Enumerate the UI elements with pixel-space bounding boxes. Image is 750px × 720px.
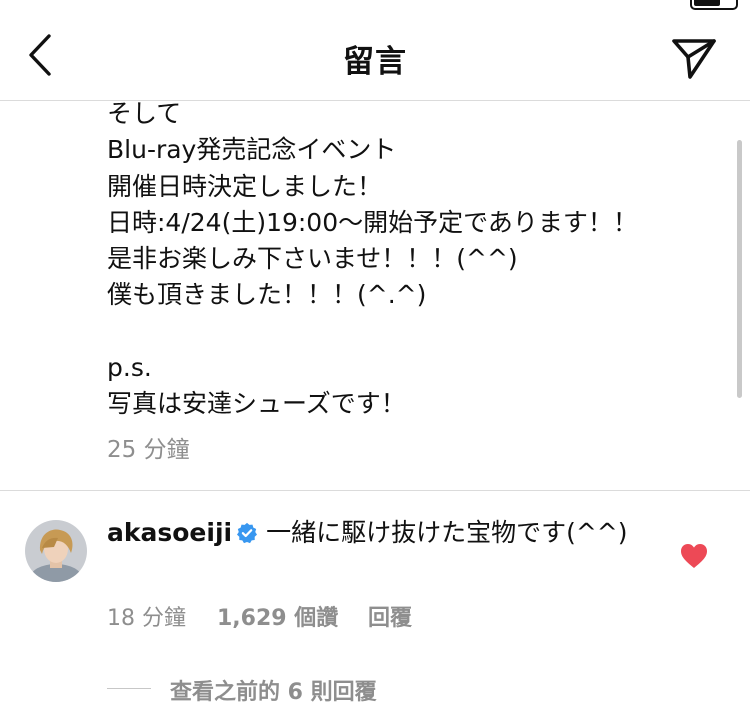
battery-icon bbox=[690, 0, 738, 10]
caption-line: 写真は安達シューズです！ bbox=[107, 389, 406, 419]
avatar[interactable] bbox=[25, 520, 87, 582]
caption-line: Blu-ray発売記念イベント bbox=[107, 135, 397, 165]
scrollbar[interactable] bbox=[737, 140, 742, 398]
heart-filled-icon bbox=[681, 544, 707, 568]
caption-line: そして bbox=[107, 99, 182, 128]
caption-line: 是非お楽しみ下さいませ！！！(^^) bbox=[107, 244, 518, 274]
verified-badge-icon bbox=[237, 522, 258, 544]
paper-plane-icon bbox=[672, 39, 716, 79]
reply-button[interactable]: 回覆 bbox=[368, 600, 412, 632]
post-caption: そして Blu-ray発売記念イベント 開催日時決定しました！ 日時:4/24(… bbox=[107, 96, 727, 423]
comment-timestamp: 18 分鐘 bbox=[107, 606, 186, 631]
like-comment-button[interactable] bbox=[680, 543, 708, 569]
comment-likes-count[interactable]: 1,629 個讚 bbox=[217, 600, 338, 632]
comment-text: 一緒に駆け抜けた宝物です(^^) bbox=[266, 518, 628, 547]
view-previous-replies-button[interactable]: 查看之前的 6 則回覆 bbox=[170, 674, 377, 706]
caption-line: 僕も頂きました！！！(^.^) bbox=[107, 280, 427, 310]
caption-line: p.s. bbox=[107, 353, 152, 383]
status-bar bbox=[0, 0, 750, 14]
comment-username[interactable]: akasoeiji bbox=[107, 518, 232, 547]
comment-body: akasoeiji 一緒に駆け抜けた宝物です(^^) bbox=[107, 516, 647, 549]
avatar-image bbox=[25, 520, 87, 582]
share-button[interactable] bbox=[668, 32, 720, 84]
caption-timestamp: 25 分鐘 bbox=[107, 437, 190, 463]
divider bbox=[0, 490, 750, 491]
replies-divider-line bbox=[107, 688, 151, 689]
caption-line: 開催日時決定しました！ bbox=[107, 171, 383, 201]
comments-header: 留言 bbox=[0, 14, 750, 101]
page-title: 留言 bbox=[343, 44, 407, 80]
caption-line bbox=[107, 314, 727, 350]
caption-line: 日時:4/24(土)19:00～開始予定であります！！ bbox=[107, 207, 638, 237]
